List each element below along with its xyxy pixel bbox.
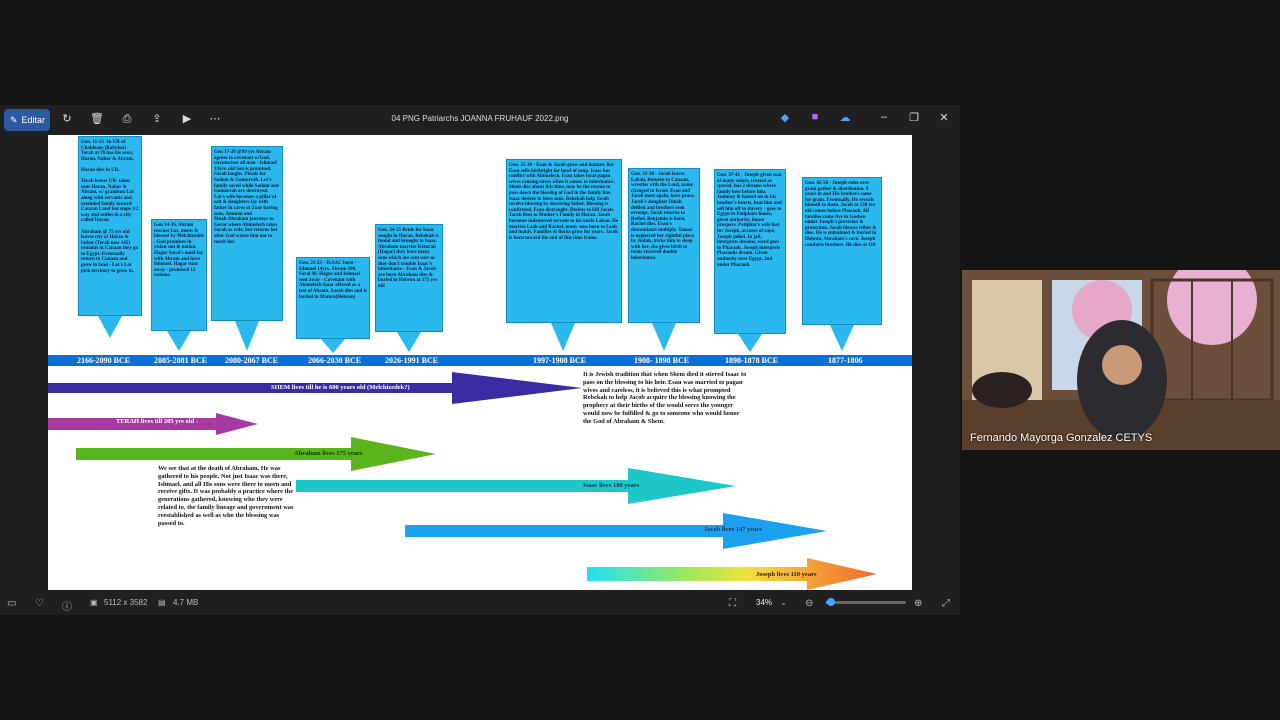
chevron-down-icon[interactable]: ⌄ <box>780 598 787 607</box>
date-label: 2026-1991 BCE <box>385 356 439 365</box>
date-label: 2066-2030 BCE <box>308 356 362 365</box>
delete-icon[interactable]: 🗑 <box>90 112 104 126</box>
abraham-arrow-label: Abraham lives 175 years <box>294 450 363 457</box>
timeline-image: Gen. 11-13 -In UR of Chaldeans (Babylon)… <box>48 135 912 590</box>
pointer <box>652 323 676 351</box>
box-gen-37-41: Gen. 37-41 - Joseph given coat of many c… <box>714 169 786 334</box>
isaac-arrow <box>296 468 736 504</box>
date-label: 1997-1908 BCE <box>533 356 587 365</box>
status-bar: ▭ ♡ ⓘ ▣ 5112 x 3582 ▤ 4.7 MB ⛶ 34% ⌄ ⊖ ⊕… <box>0 590 960 615</box>
share-icon[interactable]: ⇪ <box>150 112 164 126</box>
terah-arrow-label: TERAH lives till 205 yrs old - <box>116 418 198 425</box>
box-gen-17-20: Gen 17-20 @99 yrs Abram agrees to covena… <box>211 146 283 321</box>
date-label: 2085-2081 BCE <box>154 356 208 365</box>
expand-icon[interactable]: ⤢ <box>942 598 950 609</box>
print-icon[interactable]: ⎙ <box>120 112 134 126</box>
file-size: 4.7 MB <box>173 598 199 607</box>
box-gen-21-23: Gen. 21-23 - ISAAC born - Ishmael 14yrs.… <box>296 257 370 339</box>
box-gen-42-50: Gen. 42-50 - Joseph rules over grain gat… <box>802 177 882 325</box>
box-gen-14-16: Gen 14-16, Abram rescues Lot, meets & bl… <box>151 219 207 331</box>
date-label: 1898-1878 BCE <box>725 356 779 365</box>
image-viewer-window: ✎ Editar ↻ 🗑 ⎙ ⇪ ▶ ⋯ 04 PNG Patriarchs J… <box>0 105 960 615</box>
jacob-arrow <box>405 513 827 549</box>
pointer <box>738 334 762 352</box>
edit-button[interactable]: ✎ Editar <box>4 109 50 131</box>
window-title: 04 PNG Patriarchs JOANNA FRUHAUF 2022.pn… <box>391 114 569 123</box>
pointer <box>98 316 122 338</box>
filesize-icon: ▤ <box>158 598 166 607</box>
pencil-icon: ✎ <box>10 114 18 125</box>
image-dimensions: 5112 x 3582 <box>104 598 148 607</box>
webcam-scene <box>962 270 1280 450</box>
date-label: 2080-2067 BCE <box>225 356 279 365</box>
favorite-icon[interactable]: ♡ <box>35 598 44 609</box>
joseph-arrow-label: Joseph lives 110 years <box>756 571 817 578</box>
pointer <box>551 323 575 351</box>
box-gen-31-38: Gen. 31-38 - Jacob leaves Laban, Returns… <box>628 168 700 323</box>
box-gen-11-13: Gen. 11-13 -In UR of Chaldeans (Babylon)… <box>78 136 142 316</box>
date-label: 2166-2090 BCE <box>77 356 131 365</box>
pointer <box>167 331 191 351</box>
participant-name: Fernando Mayorga Gonzalez CETYS <box>970 432 1153 444</box>
zoom-in-icon[interactable]: ⊕ <box>914 598 922 609</box>
filmstrip-icon[interactable]: ▭ <box>7 598 16 609</box>
joseph-arrow <box>587 558 877 590</box>
more-icon[interactable]: ⋯ <box>208 112 222 126</box>
pointer <box>321 339 345 353</box>
onedrive-icon[interactable]: ☁ <box>838 111 852 124</box>
zoom-slider-thumb[interactable] <box>827 598 835 606</box>
close-icon[interactable]: ✕ <box>937 111 951 124</box>
zoom-level[interactable]: 34% <box>756 598 772 607</box>
slideshow-icon[interactable]: ▶ <box>180 112 194 126</box>
maximize-icon[interactable]: ❐ <box>907 111 921 124</box>
date-label: 1908- 1898 BCE <box>634 356 690 365</box>
abraham-death-note: We see that at the death of Abraham, He … <box>158 465 294 527</box>
webcam-video: Fernando Mayorga Gonzalez CETYS <box>962 270 1280 450</box>
rotate-icon[interactable]: ↻ <box>60 112 74 126</box>
jacob-arrow-label: Jacob lives 147 years <box>704 526 762 533</box>
dimensions-icon: ▣ <box>90 598 98 607</box>
zoom-slider-track[interactable] <box>826 598 906 606</box>
fit-screen-icon[interactable]: ⛶ <box>729 598 736 609</box>
minimize-icon[interactable]: – <box>877 111 891 123</box>
box-gen-25-30: Gen. 25-30 - Esau & Jacob grow and matur… <box>506 159 622 323</box>
pointer <box>830 325 854 351</box>
info-icon[interactable]: ⓘ <box>62 598 72 613</box>
toolbar: ✎ Editar ↻ 🗑 ⎙ ⇪ ▶ ⋯ 04 PNG Patriarchs J… <box>0 105 960 135</box>
clipchamp-icon[interactable]: ■ <box>808 111 822 123</box>
shem-arrow-label: SHEM lives till he is 600 years old (Mel… <box>271 384 410 391</box>
shem-tradition-note: It is Jewish tradition that when Shem di… <box>583 371 747 425</box>
zoom-out-icon[interactable]: ⊖ <box>805 598 813 609</box>
pointer <box>397 332 421 352</box>
isaac-arrow-label: Isaac lives 180 years <box>583 482 640 489</box>
box-gen-24-25: Gen. 24-25 Bride for Isaac sought in Har… <box>375 224 443 332</box>
visual-search-icon[interactable]: ◆ <box>778 111 792 124</box>
pointer <box>235 321 259 351</box>
edit-label: Editar <box>21 115 46 125</box>
date-label: 1877-1806 <box>828 356 863 365</box>
